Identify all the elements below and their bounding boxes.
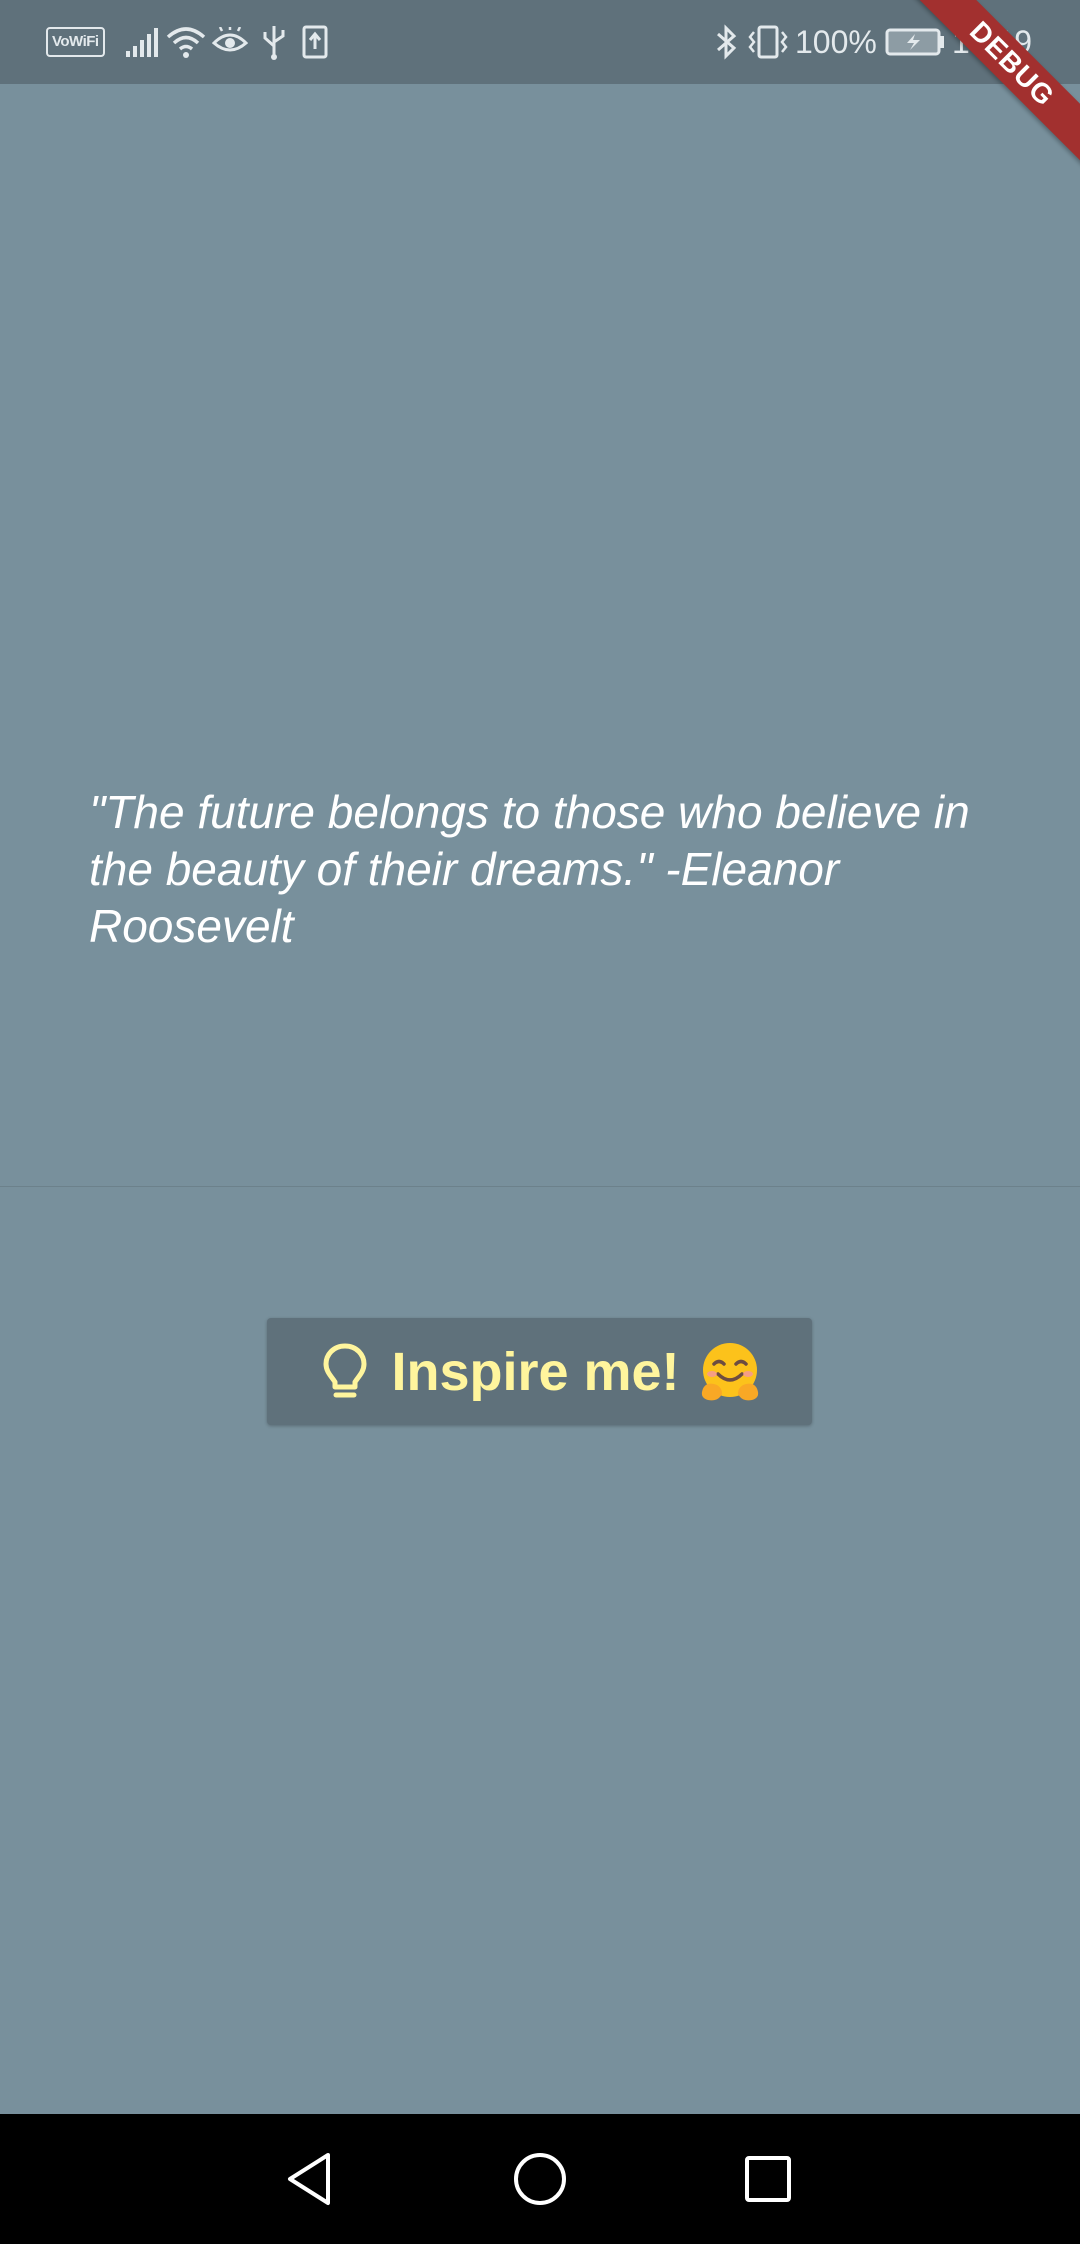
hugging-face-emoji [698, 1340, 762, 1404]
battery-charging-icon [885, 0, 945, 84]
clock: 17:19 [952, 23, 1033, 60]
bluetooth-icon [714, 0, 738, 84]
inspire-me-label: Inspire me! [391, 1341, 680, 1402]
eye-icon [212, 0, 248, 84]
quote-text: "The future belongs to those who believe… [89, 786, 970, 952]
status-bar: VoWiFi 100% 17:19 [0, 0, 1080, 84]
vowifi-label: VoWiFi [46, 27, 105, 57]
home-icon[interactable] [500, 2139, 580, 2219]
lightbulb-icon [317, 1342, 373, 1402]
sim-upload-icon [302, 0, 328, 84]
vibrate-icon [746, 0, 790, 84]
vowifi-icon: VoWiFi [46, 0, 105, 84]
inspire-me-button[interactable]: Inspire me! [267, 1318, 812, 1425]
battery-percentage: 100% [795, 23, 877, 60]
quote-area: "The future belongs to those who believe… [0, 84, 1080, 1187]
wifi-icon [166, 0, 206, 84]
navigation-bar [0, 2114, 1080, 2244]
back-icon[interactable] [269, 2139, 349, 2219]
usb-icon [260, 0, 288, 84]
signal-icon [124, 0, 160, 84]
recents-icon[interactable] [728, 2139, 808, 2219]
